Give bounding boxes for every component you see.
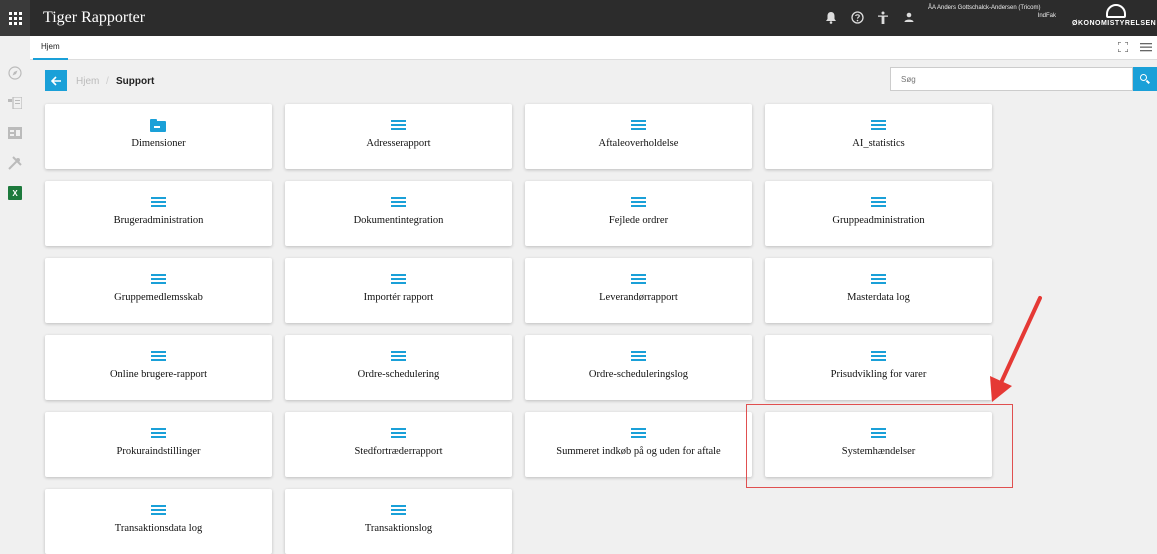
app-title: Tiger Rapporter: [43, 9, 146, 26]
tile-label: Aftaleoverholdelse: [598, 138, 679, 149]
report-tile[interactable]: Aftaleoverholdelse: [525, 104, 752, 169]
report-tile[interactable]: Stedfortræderrapport: [285, 412, 512, 477]
list-icon: [631, 351, 646, 363]
report-tile[interactable]: Adresserapport: [285, 104, 512, 169]
user-icon[interactable]: [902, 11, 916, 25]
tile-label: Gruppemedlemsskab: [114, 292, 203, 303]
accessibility-icon[interactable]: [876, 11, 890, 25]
breadcrumb-separator: /: [106, 76, 109, 87]
list-icon: [871, 351, 886, 363]
search-icon: [1140, 74, 1150, 84]
tile-label: Gruppeadministration: [832, 215, 925, 226]
list-icon: [391, 505, 406, 517]
list-icon: [631, 120, 646, 132]
report-tile[interactable]: Ordre-scheduleringslog: [525, 335, 752, 400]
tile-label: Dimensioner: [131, 138, 186, 149]
highlight-box: [746, 404, 1013, 488]
report-tile[interactable]: Ordre-schedulering: [285, 335, 512, 400]
breadcrumb-home[interactable]: Hjem: [76, 76, 99, 87]
list-icon: [871, 197, 886, 209]
report-tile[interactable]: Brugeradministration: [45, 181, 272, 246]
tile-label: Online brugere-rapport: [109, 369, 208, 380]
search-input[interactable]: [890, 67, 1133, 91]
back-button[interactable]: [45, 70, 67, 91]
report-tile[interactable]: Summeret indkøb på og uden for aftale: [525, 412, 752, 477]
report-tile[interactable]: Gruppeadministration: [765, 181, 992, 246]
report-tile[interactable]: AI_statistics: [765, 104, 992, 169]
tile-label: Adresserapport: [366, 138, 431, 149]
report-tile[interactable]: Transaktionslog: [285, 489, 512, 554]
tile-label: Prokuraindstillinger: [116, 446, 201, 457]
report-tile[interactable]: Importér rapport: [285, 258, 512, 323]
list-view-icon[interactable]: [8, 96, 22, 110]
list-icon: [151, 505, 166, 517]
tile-label: Ordre-schedulering: [357, 369, 440, 380]
report-tile[interactable]: Dokumentintegration: [285, 181, 512, 246]
list-icon: [631, 197, 646, 209]
logo-text: ØKONOMISTYRELSEN: [1072, 20, 1157, 27]
list-icon: [391, 428, 406, 440]
report-tile[interactable]: Online brugere-rapport: [45, 335, 272, 400]
list-icon: [871, 120, 886, 132]
tile-label: Masterdata log: [847, 292, 910, 303]
list-icon: [151, 197, 166, 209]
tile-label: Ordre-scheduleringslog: [588, 369, 689, 380]
tile-label: Dokumentintegration: [353, 215, 444, 226]
help-icon[interactable]: [850, 11, 864, 25]
tile-label: Importér rapport: [363, 292, 434, 303]
compass-icon[interactable]: [8, 66, 22, 80]
report-tile[interactable]: Fejlede ordrer: [525, 181, 752, 246]
list-icon: [391, 197, 406, 209]
report-tile[interactable]: Leverandørrapport: [525, 258, 752, 323]
tab-bar: Hjem: [30, 36, 1157, 60]
bell-icon[interactable]: [824, 11, 838, 25]
tile-label: Prisudvikling for varer: [830, 369, 927, 380]
top-bar: Tiger Rapporter ÅA Anders Gottschalck-An…: [0, 0, 1157, 36]
tile-label: Transaktionsdata log: [114, 523, 203, 534]
list-icon: [151, 428, 166, 440]
crown-icon: [1106, 4, 1126, 18]
user-name[interactable]: ÅA Anders Gottschalck-Andersen (Tricom): [928, 5, 1068, 11]
menu-icon[interactable]: [1140, 42, 1152, 55]
tile-label: Brugeradministration: [113, 215, 204, 226]
report-tile[interactable]: Gruppemedlemsskab: [45, 258, 272, 323]
report-tile[interactable]: Masterdata log: [765, 258, 992, 323]
tab-hjem[interactable]: Hjem: [33, 36, 68, 60]
tile-label: Summeret indkøb på og uden for aftale: [556, 446, 721, 457]
oekonomistyrelsen-logo: ØKONOMISTYRELSEN: [1068, 0, 1157, 36]
card-icon[interactable]: [8, 126, 22, 140]
fullscreen-icon[interactable]: [1117, 41, 1129, 55]
tile-label: Transaktionslog: [364, 523, 433, 534]
tile-label: AI_statistics: [852, 138, 905, 149]
tile-label: Leverandørrapport: [599, 292, 678, 303]
excel-icon[interactable]: X: [8, 186, 22, 200]
tile-label: Stedfortræderrapport: [354, 446, 443, 457]
tile-label: Fejlede ordrer: [608, 215, 669, 226]
left-sidebar: X: [0, 36, 30, 547]
tools-icon[interactable]: [8, 156, 22, 170]
list-icon: [391, 351, 406, 363]
list-icon: [151, 274, 166, 286]
list-icon: [871, 274, 886, 286]
folder-icon: [150, 119, 166, 132]
arrow-left-icon: [50, 75, 61, 86]
report-tile[interactable]: Transaktionsdata log: [45, 489, 272, 554]
list-icon: [391, 120, 406, 132]
report-tile[interactable]: Prisudvikling for varer: [765, 335, 992, 400]
list-icon: [631, 274, 646, 286]
list-icon: [151, 351, 166, 363]
report-tile[interactable]: Dimensioner: [45, 104, 272, 169]
report-tile[interactable]: Prokuraindstillinger: [45, 412, 272, 477]
list-icon: [631, 428, 646, 440]
breadcrumb-current: Support: [116, 76, 155, 87]
user-org: IndFak: [1037, 13, 1056, 19]
app-grid-button[interactable]: [0, 0, 30, 36]
grid-icon: [8, 11, 22, 25]
search-button[interactable]: [1133, 67, 1157, 91]
list-icon: [391, 274, 406, 286]
